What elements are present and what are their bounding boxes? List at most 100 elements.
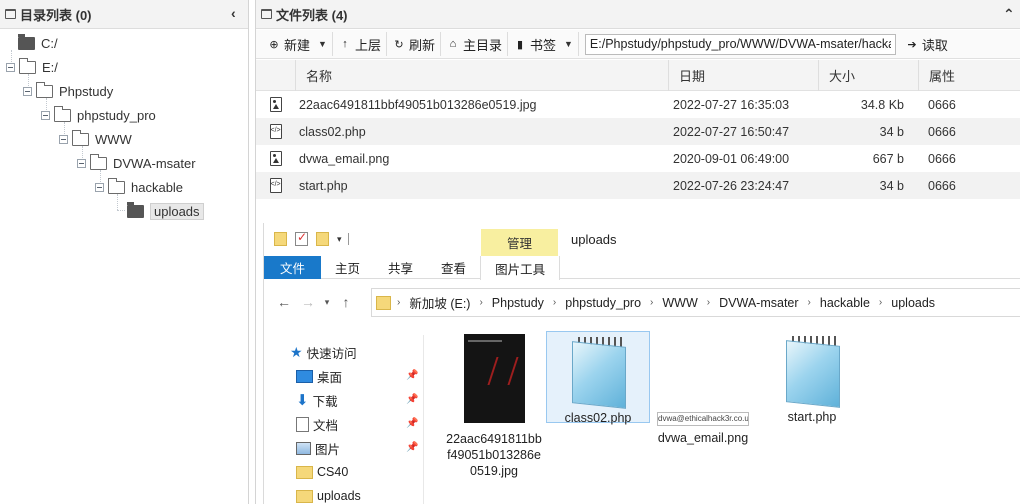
tree-line	[117, 194, 118, 210]
tree-node-c-drive[interactable]: C:/	[18, 33, 58, 52]
nav-uploads[interactable]: uploads	[296, 485, 361, 504]
refresh-button[interactable]: ↻ 刷新	[387, 32, 441, 56]
breadcrumb-phpstudy-pro[interactable]: phpstudy_pro	[565, 296, 641, 310]
chevron-right-icon[interactable]: ›	[650, 297, 653, 308]
path-input[interactable]	[584, 33, 896, 55]
tree-node-e-drive[interactable]: E:/	[6, 57, 58, 76]
directory-panel-title: 目录列表 (0)	[20, 7, 92, 23]
perm-column-header[interactable]: 属性	[918, 59, 1020, 91]
nav-quick-access[interactable]: ★ 快速访问	[290, 341, 357, 363]
collapse-toggle-icon[interactable]	[59, 134, 68, 144]
date-column-header[interactable]: 日期	[668, 59, 818, 91]
collapse-toggle-icon[interactable]	[6, 62, 15, 72]
tree-line	[117, 210, 125, 211]
chevron-right-icon[interactable]: ›	[808, 297, 811, 308]
tree-node-phpstudy-pro[interactable]: phpstudy_pro	[41, 105, 156, 124]
nav-downloads[interactable]: ⬇ 下载	[296, 389, 338, 411]
collapse-toggle-icon[interactable]	[41, 110, 50, 120]
breadcrumb-phpstudy[interactable]: Phpstudy	[492, 296, 544, 310]
pin-icon[interactable]: 📌	[406, 418, 418, 429]
file-name[interactable]: class02.php	[295, 118, 668, 145]
table-row[interactable]: class02.php 2022-07-27 16:50:47 34 b 066…	[256, 118, 1020, 145]
breadcrumb-uploads[interactable]: uploads	[891, 296, 935, 310]
tab-picture-tools[interactable]: 图片工具	[480, 256, 561, 280]
file-name[interactable]: dvwa_email.png	[295, 145, 668, 172]
read-button[interactable]: ➔ 读取	[900, 32, 953, 56]
tree-node-label: DVWA-msater	[113, 155, 196, 171]
properties-icon[interactable]	[295, 230, 308, 246]
pin-icon[interactable]: 📌	[406, 442, 418, 453]
breadcrumb-dvwa-msater[interactable]: DVWA-msater	[719, 296, 798, 310]
file-tile-class02[interactable]: class02.php	[546, 331, 650, 425]
window-title: uploads	[571, 232, 617, 247]
chevron-right-icon[interactable]: ›	[397, 297, 400, 308]
breadcrumb-www[interactable]: WWW	[662, 296, 697, 310]
tree-node-uploads[interactable]: uploads	[127, 201, 204, 220]
file-panel-header: 文件列表 (4) ⌃	[256, 0, 1020, 29]
file-perm[interactable]: 0666	[918, 145, 1020, 172]
tab-home[interactable]: 主页	[321, 256, 374, 279]
collapse-toggle-icon[interactable]	[77, 158, 86, 168]
pin-icon[interactable]: 📌	[406, 394, 418, 405]
name-column-header[interactable]: 名称	[295, 59, 668, 91]
table-row[interactable]: dvwa_email.png 2020-09-01 06:49:00 667 b…	[256, 145, 1020, 172]
table-row[interactable]: 22aac6491811bbf49051b013286e0519.jpg 202…	[256, 91, 1020, 118]
new-button[interactable]: ⊕ 新建 ▼	[262, 32, 333, 56]
forward-arrow-icon[interactable]: →	[296, 294, 320, 310]
caret-down-icon: ▼	[564, 39, 573, 49]
up-button[interactable]: ↑ 上层	[333, 32, 387, 56]
tree-node-www[interactable]: WWW	[59, 129, 132, 148]
file-tile-email[interactable]: dvwa@ethicalhack3r.co.uk dvwa_email.png	[651, 412, 755, 446]
recent-locations-icon[interactable]: ▾	[320, 297, 334, 308]
back-arrow-icon[interactable]: ←	[272, 294, 296, 310]
home-button-label: 主目录	[462, 37, 502, 53]
file-tile-jpg[interactable]: 22aac6491811bbf49051b013286e0519.jpg	[442, 334, 546, 479]
file-date: 2022-07-26 23:24:47	[673, 178, 790, 193]
navigation-pane: ★ 快速访问 桌面 📌 ⬇ 下载 📌 文档 📌 图片 📌 CS40 upload…	[264, 335, 424, 504]
file-name[interactable]: 22aac6491811bbf49051b013286e0519.jpg	[295, 91, 668, 118]
nav-documents[interactable]: 文档	[296, 413, 338, 435]
collapse-toggle-icon[interactable]	[95, 182, 104, 192]
tree-node-label: E:/	[42, 59, 58, 75]
star-icon: ★	[290, 343, 303, 360]
chevron-right-icon[interactable]: ›	[707, 297, 710, 308]
breadcrumb-drive[interactable]: 新加坡 (E:)	[409, 293, 470, 312]
manage-context-tab[interactable]: 管理	[481, 229, 558, 256]
size-column-header[interactable]: 大小	[818, 59, 918, 91]
new-folder-icon[interactable]	[316, 232, 329, 246]
tab-file[interactable]: 文件	[264, 256, 322, 279]
file-perm[interactable]: 0666	[918, 91, 1020, 118]
breadcrumb-hackable[interactable]: hackable	[820, 296, 870, 310]
caret-down-icon: ▼	[318, 39, 327, 49]
table-row[interactable]: start.php 2022-07-26 23:24:47 34 b 0666	[256, 172, 1020, 199]
file-name[interactable]: start.php	[295, 172, 668, 199]
nav-pictures[interactable]: 图片	[296, 437, 340, 459]
up-arrow-icon[interactable]: ↑	[334, 294, 358, 310]
chevron-right-icon[interactable]: ›	[879, 297, 882, 308]
file-tile-start[interactable]: start.php	[760, 333, 864, 425]
tab-view[interactable]: 查看	[427, 256, 480, 279]
chevron-right-icon[interactable]: ›	[479, 297, 482, 308]
chevron-right-icon[interactable]: ›	[553, 297, 556, 308]
bookmark-button[interactable]: ▮ 书签 ▼	[508, 32, 579, 56]
plus-circle-icon: ⊕	[269, 38, 279, 51]
folder-icon	[54, 105, 71, 122]
nav-desktop[interactable]: 桌面	[296, 365, 342, 387]
tree-node-hackable[interactable]: hackable	[95, 177, 183, 196]
customize-qat-icon[interactable]: ▾	[337, 234, 342, 245]
nav-label: 图片	[315, 442, 341, 457]
file-tile-label: dvwa_email.png	[657, 431, 749, 445]
tab-share[interactable]: 共享	[374, 256, 427, 279]
home-button[interactable]: ⌂ 主目录	[441, 32, 508, 56]
address-bar[interactable]: › 新加坡 (E:) › Phpstudy › phpstudy_pro › W…	[371, 288, 1020, 317]
tree-node-dvwa-msater[interactable]: DVWA-msater	[77, 153, 196, 172]
tree-node-phpstudy[interactable]: Phpstudy	[23, 81, 113, 100]
pin-icon[interactable]: 📌	[406, 370, 418, 381]
collapse-left-icon[interactable]: ‹	[231, 5, 236, 21]
collapse-toggle-icon[interactable]	[23, 86, 32, 96]
file-perm[interactable]: 0666	[918, 118, 1020, 145]
nav-cs40[interactable]: CS40	[296, 461, 348, 483]
file-perm[interactable]: 0666	[918, 172, 1020, 199]
collapse-up-icon[interactable]: ⌃	[1003, 6, 1015, 23]
folder-icon[interactable]	[274, 232, 287, 246]
